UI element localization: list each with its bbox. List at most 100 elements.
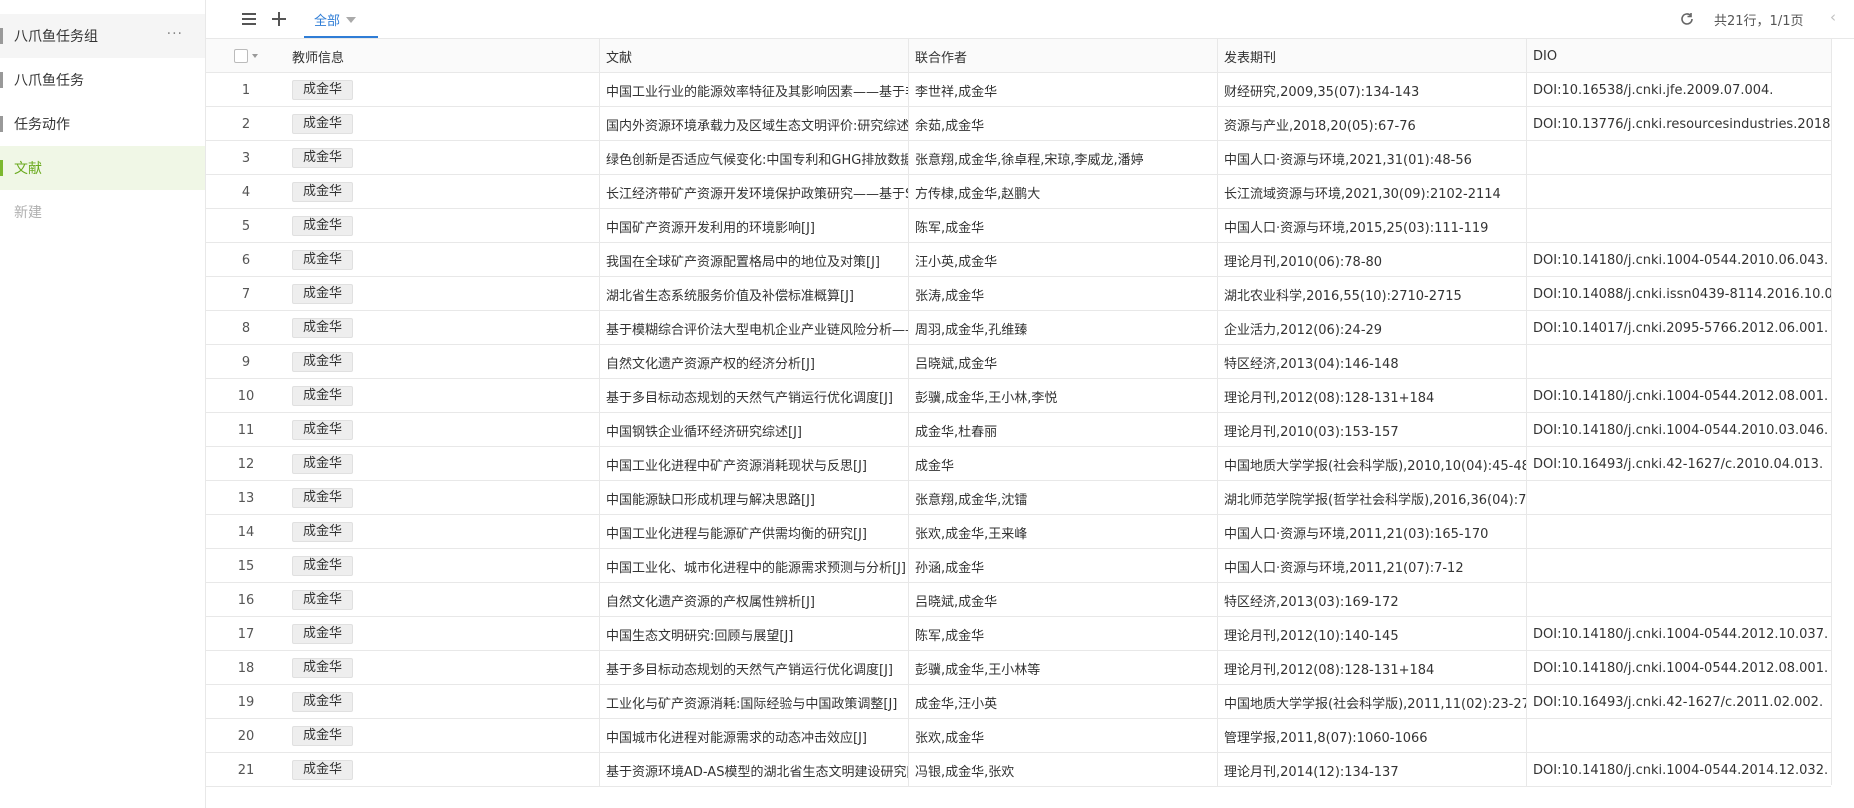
journal-cell[interactable]: 中国人口·资源与环境,2011,21(03):165-170	[1218, 515, 1527, 549]
literature-cell[interactable]: 基于多目标动态规划的天然气产销运行优化调度[J]	[600, 651, 909, 685]
journal-cell[interactable]: 湖北农业科学,2016,55(10):2710-2715	[1218, 277, 1527, 311]
literature-cell[interactable]: 基于模糊综合评价法大型电机企业产业链风险分析——	[600, 311, 909, 345]
table-row[interactable]: 13 成金华 中国能源缺口形成机理与解决思路[J] 张意翔,成金华,沈镭 湖北师…	[206, 481, 1831, 515]
teacher-cell[interactable]: 成金华	[286, 311, 600, 345]
table-row[interactable]: 4 成金华 长江经济带矿产资源开发环境保护政策研究——基于SW 方传棣,成金华,…	[206, 175, 1831, 209]
coauthors-cell[interactable]: 吕晓斌,成金华	[909, 345, 1218, 379]
doi-cell[interactable]: DOI:10.13776/j.cnki.resourcesindustries.…	[1527, 107, 1831, 141]
coauthors-cell[interactable]: 汪小英,成金华	[909, 243, 1218, 277]
teacher-cell[interactable]: 成金华	[286, 549, 600, 583]
journal-cell[interactable]: 理论月刊,2010(06):78-80	[1218, 243, 1527, 277]
doi-cell[interactable]: DOI:10.14180/j.cnki.1004-0544.2012.08.00…	[1527, 379, 1831, 413]
teacher-cell[interactable]: 成金华	[286, 617, 600, 651]
sidebar-item-task-actions[interactable]: 任务动作	[0, 102, 205, 146]
literature-cell[interactable]: 基于资源环境AD-AS模型的湖北省生态文明建设研究[	[600, 753, 909, 787]
coauthors-cell[interactable]: 成金华,汪小英	[909, 685, 1218, 719]
literature-cell[interactable]: 基于多目标动态规划的天然气产销运行优化调度[J]	[600, 379, 909, 413]
doi-cell[interactable]	[1527, 719, 1831, 753]
coauthors-cell[interactable]: 孙涵,成金华	[909, 549, 1218, 583]
journal-cell[interactable]: 中国地质大学学报(社会科学版),2011,11(02):23-27	[1218, 685, 1527, 719]
doi-cell[interactable]	[1527, 515, 1831, 549]
teacher-cell[interactable]: 成金华	[286, 209, 600, 243]
column-header-doi[interactable]: DIO	[1527, 39, 1831, 73]
teacher-cell[interactable]: 成金华	[286, 379, 600, 413]
coauthors-cell[interactable]: 陈军,成金华	[909, 617, 1218, 651]
literature-cell[interactable]: 中国能源缺口形成机理与解决思路[J]	[600, 481, 909, 515]
coauthors-cell[interactable]: 周羽,成金华,孔维臻	[909, 311, 1218, 345]
literature-cell[interactable]: 国内外资源环境承载力及区域生态文明评价:研究综述	[600, 107, 909, 141]
doi-cell[interactable]: DOI:10.14180/j.cnki.1004-0544.2012.10.03…	[1527, 617, 1831, 651]
table-row[interactable]: 1 成金华 中国工业行业的能源效率特征及其影响因素——基于非 李世祥,成金华 财…	[206, 73, 1831, 107]
journal-cell[interactable]: 理论月刊,2012(10):140-145	[1218, 617, 1527, 651]
coauthors-cell[interactable]: 张涛,成金华	[909, 277, 1218, 311]
journal-cell[interactable]: 特区经济,2013(04):146-148	[1218, 345, 1527, 379]
table-row[interactable]: 14 成金华 中国工业化进程与能源矿产供需均衡的研究[J] 张欢,成金华,王来峰…	[206, 515, 1831, 549]
plus-icon[interactable]	[268, 8, 290, 30]
teacher-cell[interactable]: 成金华	[286, 447, 600, 481]
journal-cell[interactable]: 长江流域资源与环境,2021,30(09):2102-2114	[1218, 175, 1527, 209]
chevron-down-icon[interactable]	[346, 16, 357, 23]
column-header-coauthors[interactable]: 联合作者	[909, 39, 1218, 73]
teacher-cell[interactable]: 成金华	[286, 583, 600, 617]
literature-cell[interactable]: 绿色创新是否适应气候变化:中国专利和GHG排放数据	[600, 141, 909, 175]
journal-cell[interactable]: 资源与产业,2018,20(05):67-76	[1218, 107, 1527, 141]
journal-cell[interactable]: 理论月刊,2014(12):134-137	[1218, 753, 1527, 787]
literature-cell[interactable]: 自然文化遗产资源产权的经济分析[J]	[600, 345, 909, 379]
teacher-cell[interactable]: 成金华	[286, 651, 600, 685]
literature-cell[interactable]: 中国矿产资源开发利用的环境影响[J]	[600, 209, 909, 243]
more-dots-icon[interactable]: ···	[167, 26, 183, 42]
journal-cell[interactable]: 中国人口·资源与环境,2021,31(01):48-56	[1218, 141, 1527, 175]
journal-cell[interactable]: 中国人口·资源与环境,2015,25(03):111-119	[1218, 209, 1527, 243]
table-row[interactable]: 6 成金华 我国在全球矿产资源配置格局中的地位及对策[J] 汪小英,成金华 理论…	[206, 243, 1831, 277]
coauthors-cell[interactable]: 张意翔,成金华,徐卓程,宋琼,李威龙,潘婷	[909, 141, 1218, 175]
doi-cell[interactable]	[1527, 175, 1831, 209]
teacher-cell[interactable]: 成金华	[286, 481, 600, 515]
coauthors-cell[interactable]: 李世祥,成金华	[909, 73, 1218, 107]
doi-cell[interactable]: DOI:10.14088/j.cnki.issn0439-8114.2016.1…	[1527, 277, 1831, 311]
table-row[interactable]: 19 成金华 工业化与矿产资源消耗:国际经验与中国政策调整[J] 成金华,汪小英…	[206, 685, 1831, 719]
teacher-cell[interactable]: 成金华	[286, 685, 600, 719]
literature-cell[interactable]: 中国工业化进程中矿产资源消耗现状与反思[J]	[600, 447, 909, 481]
literature-cell[interactable]: 湖北省生态系统服务价值及补偿标准概算[J]	[600, 277, 909, 311]
doi-cell[interactable]: DOI:10.16493/j.cnki.42-1627/c.2010.04.01…	[1527, 447, 1831, 481]
coauthors-cell[interactable]: 陈军,成金华	[909, 209, 1218, 243]
doi-cell[interactable]	[1527, 583, 1831, 617]
doi-cell[interactable]: DOI:10.14180/j.cnki.1004-0544.2010.06.04…	[1527, 243, 1831, 277]
journal-cell[interactable]: 中国人口·资源与环境,2011,21(07):7-12	[1218, 549, 1527, 583]
literature-cell[interactable]: 自然文化遗产资源的产权属性辨析[J]	[600, 583, 909, 617]
coauthors-cell[interactable]: 成金华,杜春丽	[909, 413, 1218, 447]
doi-cell[interactable]	[1527, 209, 1831, 243]
doi-cell[interactable]	[1527, 549, 1831, 583]
table-row[interactable]: 3 成金华 绿色创新是否适应气候变化:中国专利和GHG排放数据 张意翔,成金华,…	[206, 141, 1831, 175]
tab-all[interactable]: 全部	[310, 0, 360, 39]
literature-cell[interactable]: 我国在全球矿产资源配置格局中的地位及对策[J]	[600, 243, 909, 277]
teacher-cell[interactable]: 成金华	[286, 243, 600, 277]
journal-cell[interactable]: 理论月刊,2010(03):153-157	[1218, 413, 1527, 447]
column-header-journal[interactable]: 发表期刊	[1218, 39, 1527, 73]
coauthors-cell[interactable]: 方传棣,成金华,赵鹏大	[909, 175, 1218, 209]
doi-cell[interactable]: DOI:10.14180/j.cnki.1004-0544.2010.03.04…	[1527, 413, 1831, 447]
teacher-cell[interactable]: 成金华	[286, 753, 600, 787]
journal-cell[interactable]: 财经研究,2009,35(07):134-143	[1218, 73, 1527, 107]
table-row[interactable]: 12 成金华 中国工业化进程中矿产资源消耗现状与反思[J] 成金华 中国地质大学…	[206, 447, 1831, 481]
doi-cell[interactable]: DOI:10.16493/j.cnki.42-1627/c.2011.02.00…	[1527, 685, 1831, 719]
journal-cell[interactable]: 理论月刊,2012(08):128-131+184	[1218, 651, 1527, 685]
table-row[interactable]: 18 成金华 基于多目标动态规划的天然气产销运行优化调度[J] 彭骥,成金华,王…	[206, 651, 1831, 685]
literature-cell[interactable]: 中国城市化进程对能源需求的动态冲击效应[J]	[600, 719, 909, 753]
teacher-cell[interactable]: 成金华	[286, 175, 600, 209]
teacher-cell[interactable]: 成金华	[286, 107, 600, 141]
coauthors-cell[interactable]: 吕晓斌,成金华	[909, 583, 1218, 617]
table-row[interactable]: 11 成金华 中国钢铁企业循环经济研究综述[J] 成金华,杜春丽 理论月刊,20…	[206, 413, 1831, 447]
literature-cell[interactable]: 长江经济带矿产资源开发环境保护政策研究——基于SW	[600, 175, 909, 209]
literature-cell[interactable]: 工业化与矿产资源消耗:国际经验与中国政策调整[J]	[600, 685, 909, 719]
select-all-checkbox[interactable]	[234, 49, 248, 63]
journal-cell[interactable]: 湖北师范学院学报(哲学社会科学版),2016,36(04):75-8	[1218, 481, 1527, 515]
coauthors-cell[interactable]: 冯银,成金华,张欢	[909, 753, 1218, 787]
table-row[interactable]: 7 成金华 湖北省生态系统服务价值及补偿标准概算[J] 张涛,成金华 湖北农业科…	[206, 277, 1831, 311]
coauthors-cell[interactable]: 张欢,成金华,王来峰	[909, 515, 1218, 549]
teacher-cell[interactable]: 成金华	[286, 719, 600, 753]
chevron-down-icon[interactable]	[252, 54, 258, 58]
literature-cell[interactable]: 中国钢铁企业循环经济研究综述[J]	[600, 413, 909, 447]
teacher-cell[interactable]: 成金华	[286, 515, 600, 549]
sidebar-item-task-group[interactable]: 八爪鱼任务组 ···	[0, 14, 205, 58]
